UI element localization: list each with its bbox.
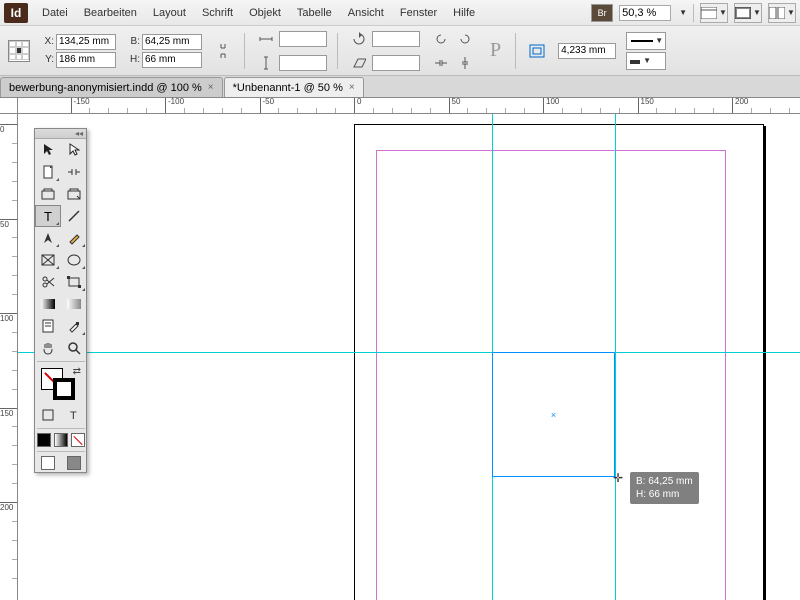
menu-schrift[interactable]: Schrift xyxy=(194,7,241,19)
pencil-tool[interactable] xyxy=(61,227,87,249)
tab-label: *Unbenannt-1 @ 50 % xyxy=(233,82,343,94)
direct-selection-tool[interactable] xyxy=(61,139,87,161)
view-options-button[interactable]: ▼ xyxy=(700,3,728,23)
menu-layout[interactable]: Layout xyxy=(145,7,194,19)
scale-y-icon[interactable] xyxy=(255,52,277,74)
canvas[interactable]: × ✛ B: 64,25 mm H: 66 mm xyxy=(18,114,800,600)
height-input[interactable] xyxy=(142,52,202,68)
tooltip-height: H: 66 mm xyxy=(636,488,693,501)
shear-input[interactable] xyxy=(372,55,420,71)
menu-datei[interactable]: Datei xyxy=(34,7,76,19)
ruler-origin[interactable] xyxy=(0,98,18,114)
shear-icon[interactable] xyxy=(348,52,370,74)
menu-bearbeiten[interactable]: Bearbeiten xyxy=(76,7,145,19)
menu-tabelle[interactable]: Tabelle xyxy=(289,7,340,19)
tooltip-width: B: 64,25 mm xyxy=(636,475,693,488)
menu-objekt[interactable]: Objekt xyxy=(241,7,289,19)
eyedropper-tool[interactable] xyxy=(61,315,87,337)
zoom-level-select[interactable] xyxy=(619,5,671,21)
pen-tool[interactable] xyxy=(35,227,61,249)
rotation-input[interactable] xyxy=(372,31,420,47)
swap-fill-stroke-icon[interactable]: ⇄ xyxy=(73,366,81,377)
document-tab-1[interactable]: bewerbung-anonymisiert.indd @ 100 % × xyxy=(0,77,223,97)
flip-v-icon[interactable] xyxy=(454,52,476,74)
rectangle-tool[interactable] xyxy=(61,249,87,271)
rotate-icon[interactable] xyxy=(348,28,370,50)
width-input[interactable] xyxy=(142,34,202,50)
normal-view-icon[interactable] xyxy=(41,456,55,470)
close-icon[interactable]: × xyxy=(208,82,214,93)
panel-collapse-icon[interactable]: ◂◂ xyxy=(35,129,86,139)
chevron-down-icon: ▼ xyxy=(679,8,687,17)
drawn-frame[interactable]: × xyxy=(492,352,615,477)
arrange-documents-button[interactable]: ▼ xyxy=(768,3,796,23)
selection-tool[interactable] xyxy=(35,139,61,161)
page-tool[interactable] xyxy=(35,161,61,183)
rectangle-frame-tool[interactable] xyxy=(35,249,61,271)
constrain-proportions-icon[interactable] xyxy=(212,40,234,62)
x-position-input[interactable] xyxy=(56,34,116,50)
gradient-feather-tool[interactable] xyxy=(61,293,87,315)
apply-gradient-icon[interactable] xyxy=(54,433,68,447)
gap-tool[interactable] xyxy=(61,161,87,183)
menu-hilfe[interactable]: Hilfe xyxy=(445,7,483,19)
tab-label: bewerbung-anonymisiert.indd @ 100 % xyxy=(9,82,202,94)
stroke-style-dropdown[interactable]: ▼ xyxy=(626,32,666,50)
apply-color-icon[interactable] xyxy=(37,433,51,447)
vertical-ruler[interactable]: 050100150200 xyxy=(0,114,18,600)
fill-stroke-swatch[interactable]: ⇄ xyxy=(35,364,87,404)
type-tool[interactable]: T xyxy=(35,205,61,227)
w-label: B: xyxy=(126,36,140,47)
note-tool[interactable] xyxy=(35,315,61,337)
svg-text:T: T xyxy=(70,410,77,421)
preview-view-icon[interactable] xyxy=(67,456,81,470)
hand-tool[interactable] xyxy=(35,337,61,359)
gradient-swatch-tool[interactable] xyxy=(35,293,61,315)
select-container-icon[interactable] xyxy=(526,40,548,62)
menu-ansicht[interactable]: Ansicht xyxy=(340,7,392,19)
document-tabbar: bewerbung-anonymisiert.indd @ 100 % × *U… xyxy=(0,76,800,98)
formatting-container-icon[interactable] xyxy=(35,404,61,426)
workspace: -150-100-50050100150200 050100150200 × ✛… xyxy=(0,98,800,600)
menu-fenster[interactable]: Fenster xyxy=(392,7,445,19)
horizontal-ruler[interactable]: -150-100-50050100150200 xyxy=(18,98,800,114)
h-label: H: xyxy=(126,54,140,65)
line-tool[interactable] xyxy=(61,205,87,227)
rotate-ccw-icon[interactable] xyxy=(430,28,452,50)
control-bar: X: Y: B: H: P ▼ ▼ xyxy=(0,26,800,76)
paragraph-p-icon: P xyxy=(490,39,501,62)
content-collector-tool[interactable] xyxy=(35,183,61,205)
crosshair-cursor-icon: ✛ xyxy=(611,471,625,485)
close-icon[interactable]: × xyxy=(349,82,355,93)
flip-h-icon[interactable] xyxy=(430,52,452,74)
stroke-swatch[interactable] xyxy=(53,378,75,400)
scale-y-input[interactable] xyxy=(279,55,327,71)
formatting-text-icon[interactable]: T xyxy=(61,404,87,426)
content-placer-tool[interactable] xyxy=(61,183,87,205)
x-label: X: xyxy=(40,36,54,47)
zoom-tool[interactable] xyxy=(61,337,87,359)
reference-point-grid[interactable] xyxy=(8,40,30,62)
rotate-cw-icon[interactable] xyxy=(454,28,476,50)
document-tab-2[interactable]: *Unbenannt-1 @ 50 % × xyxy=(224,77,364,97)
scale-x-icon[interactable] xyxy=(255,28,277,50)
stroke-align-dropdown[interactable]: ▼ xyxy=(626,52,666,70)
bridge-button[interactable]: Br xyxy=(591,4,613,22)
screen-mode-button[interactable]: ▼ xyxy=(734,3,762,23)
scissors-tool[interactable] xyxy=(35,271,61,293)
tools-panel[interactable]: ◂◂ T ⇄ T xyxy=(34,128,87,473)
free-transform-tool[interactable] xyxy=(61,271,87,293)
app-logo: Id xyxy=(4,3,28,23)
y-label: Y: xyxy=(40,54,54,65)
scale-x-input[interactable] xyxy=(279,31,327,47)
dimensions-tooltip: B: 64,25 mm H: 66 mm xyxy=(630,472,699,504)
apply-none-icon[interactable] xyxy=(71,433,85,447)
y-position-input[interactable] xyxy=(56,52,116,68)
stroke-weight-input[interactable] xyxy=(558,43,616,59)
svg-text:T: T xyxy=(44,210,52,222)
menubar: Id Datei Bearbeiten Layout Schrift Objek… xyxy=(0,0,800,26)
guide-horizontal[interactable] xyxy=(18,352,800,353)
frame-center-icon: × xyxy=(551,410,556,420)
guide-vertical-2[interactable] xyxy=(615,114,616,600)
